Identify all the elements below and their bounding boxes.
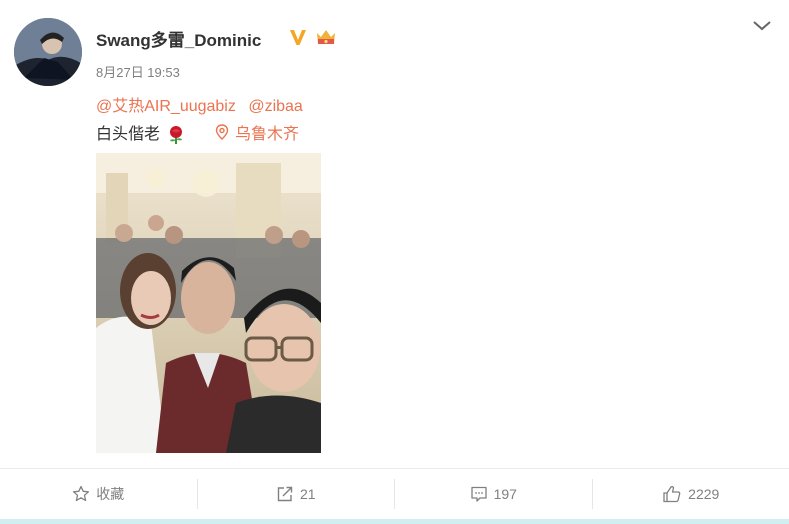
action-bar: 收藏 21 197 2229: [0, 469, 789, 519]
post-image[interactable]: [96, 153, 321, 453]
repost-icon: [277, 486, 293, 502]
crown-icon[interactable]: [315, 27, 337, 47]
comment-icon: [470, 486, 487, 502]
post-text: 白头偕老: [96, 120, 186, 145]
post-text-body: 白头偕老: [96, 126, 161, 143]
repost-count: 21: [299, 486, 316, 502]
location-link[interactable]: 乌鲁木齐: [215, 120, 299, 144]
repost-button[interactable]: 21: [198, 485, 395, 503]
thumbs-up-icon: [663, 486, 681, 503]
like-count: 2229: [688, 486, 720, 502]
verified-icon: [290, 30, 306, 45]
comment-button[interactable]: 197: [395, 485, 592, 503]
rose-emoji: [170, 125, 183, 144]
mention-link[interactable]: @艾热AIR_uugabiz: [96, 98, 236, 115]
like-button[interactable]: 2229: [593, 485, 789, 503]
location-label: 乌鲁木齐: [235, 126, 300, 143]
favorite-label: 收藏: [96, 486, 125, 502]
chevron-down-icon[interactable]: [751, 16, 773, 36]
comment-count: 197: [493, 486, 517, 502]
timestamp[interactable]: 8月27日 19:53: [96, 62, 180, 81]
bottom-accent-bar: [0, 519, 789, 524]
star-icon: [73, 485, 90, 502]
username[interactable]: Swang多雷_Dominic: [96, 26, 261, 51]
mentions: @艾热AIR_uugabiz @zibaa: [96, 92, 311, 116]
mention-link[interactable]: @zibaa: [248, 98, 303, 115]
location-pin-icon: [215, 124, 229, 140]
favorite-button[interactable]: 收藏: [0, 484, 197, 504]
avatar[interactable]: [14, 18, 82, 86]
